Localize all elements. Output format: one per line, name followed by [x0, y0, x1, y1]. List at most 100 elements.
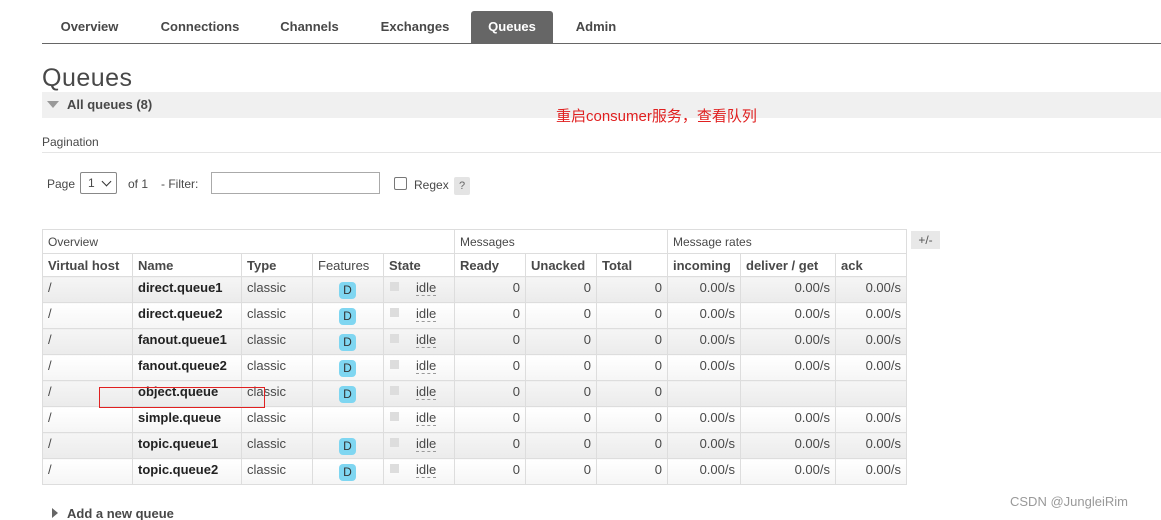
cell-total: 0 — [596, 276, 668, 303]
page-select[interactable]: 1 — [80, 172, 117, 194]
tab-exchanges[interactable]: Exchanges — [365, 11, 465, 43]
cell-state: idle — [383, 328, 455, 355]
annotation-highlight-box — [99, 387, 265, 408]
cell-ack-rate: 0.00/s — [835, 458, 907, 485]
column-header[interactable]: Total — [596, 253, 668, 277]
cell-type: classic — [241, 328, 313, 355]
state-indicator-icon — [390, 464, 399, 473]
cell-virtual-host: / — [42, 276, 133, 303]
cell-incoming-rate: 0.00/s — [667, 328, 741, 355]
cell-ack-rate — [835, 380, 907, 407]
cell-state: idle — [383, 302, 455, 329]
cell-incoming-rate: 0.00/s — [667, 432, 741, 459]
page-count-label: of 1 — [128, 177, 149, 191]
durable-badge: D — [339, 308, 356, 325]
main-nav: Overview Connections Channels Exchanges … — [42, 11, 1161, 44]
annotation-note: 重启consumer服务，查看队列 — [556, 108, 757, 125]
cell-features: D — [312, 354, 384, 381]
cell-queue-name-link[interactable]: direct.queue1 — [132, 276, 242, 303]
durable-badge: D — [339, 464, 356, 481]
cell-ack-rate: 0.00/s — [835, 354, 907, 381]
durable-badge: D — [339, 334, 356, 351]
tab-channels[interactable]: Channels — [264, 11, 355, 43]
cell-total: 0 — [596, 380, 668, 407]
regex-label: Regex — [414, 178, 449, 192]
cell-incoming-rate: 0.00/s — [667, 276, 741, 303]
cell-total: 0 — [596, 328, 668, 355]
add-queue-section-header[interactable]: Add a new queue — [67, 506, 174, 520]
column-header[interactable]: Name — [132, 253, 242, 277]
table-row[interactable]: / fanout.queue2 classic Didle 0 0 0 0.00/s 0.00/… — [42, 354, 907, 381]
tab-overview[interactable]: Overview — [42, 11, 137, 43]
state-text: idle — [416, 384, 437, 400]
cell-unacked: 0 — [525, 302, 597, 329]
cell-queue-name-link[interactable]: direct.queue2 — [132, 302, 242, 329]
page-label: Page — [47, 177, 76, 191]
group-header-message-rates: Message rates — [667, 229, 907, 254]
cell-features: D — [312, 380, 384, 407]
table-row[interactable]: / topic.queue1 classic Didle 0 0 0 0.00/s 0.00/s… — [42, 432, 907, 459]
cell-incoming-rate: 0.00/s — [667, 302, 741, 329]
column-header[interactable]: Virtual host — [42, 253, 133, 277]
regex-help-button[interactable]: ? — [454, 177, 470, 195]
table-row[interactable]: / direct.queue1 classic Didle 0 0 0 0.00/s 0.00/… — [42, 276, 907, 303]
cell-total: 0 — [596, 302, 668, 329]
column-options-button[interactable]: +/- — [911, 231, 940, 249]
cell-ready: 0 — [454, 276, 526, 303]
durable-badge: D — [339, 360, 356, 377]
tab-connections[interactable]: Connections — [147, 11, 253, 43]
state-text: idle — [416, 410, 437, 426]
column-header[interactable]: Ready — [454, 253, 526, 277]
filter-label: - Filter: — [161, 177, 199, 191]
cell-features — [312, 406, 384, 433]
cell-type: classic — [241, 276, 313, 303]
cell-state: idle — [383, 458, 455, 485]
column-header[interactable]: Type — [241, 253, 313, 277]
cell-queue-name-link[interactable]: fanout.queue2 — [132, 354, 242, 381]
cell-virtual-host: / — [42, 328, 133, 355]
regex-checkbox[interactable] — [394, 177, 407, 190]
column-header[interactable]: State — [383, 253, 455, 277]
tab-admin[interactable]: Admin — [562, 11, 630, 43]
group-header-overview: Overview — [42, 229, 455, 254]
cell-deliver-rate — [740, 380, 836, 407]
cell-queue-name-link[interactable]: fanout.queue1 — [132, 328, 242, 355]
state-text: idle — [416, 306, 437, 322]
table-row[interactable]: / simple.queue classic idle 0 0 0 0.00/s 0.00/s 0… — [42, 406, 907, 433]
cell-deliver-rate: 0.00/s — [740, 328, 836, 355]
cell-ready: 0 — [454, 458, 526, 485]
durable-badge: D — [339, 386, 356, 403]
column-header[interactable]: ack — [835, 253, 907, 277]
tab-queues[interactable]: Queues — [471, 11, 553, 43]
cell-unacked: 0 — [525, 276, 597, 303]
column-header[interactable]: deliver / get — [740, 253, 836, 277]
cell-virtual-host: / — [42, 458, 133, 485]
cell-features: D — [312, 302, 384, 329]
page-select-value: 1 — [88, 176, 95, 190]
cell-total: 0 — [596, 432, 668, 459]
filter-input[interactable] — [211, 172, 380, 194]
column-header[interactable]: Unacked — [525, 253, 597, 277]
cell-ack-rate: 0.00/s — [835, 406, 907, 433]
cell-incoming-rate: 0.00/s — [667, 458, 741, 485]
cell-queue-name-link[interactable]: topic.queue1 — [132, 432, 242, 459]
cell-unacked: 0 — [525, 432, 597, 459]
state-indicator-icon — [390, 412, 399, 421]
cell-ready: 0 — [454, 328, 526, 355]
cell-deliver-rate: 0.00/s — [740, 276, 836, 303]
durable-badge: D — [339, 438, 356, 455]
durable-badge: D — [339, 282, 356, 299]
cell-type: classic — [241, 302, 313, 329]
table-row[interactable]: / direct.queue2 classic Didle 0 0 0 0.00/s 0.00/… — [42, 302, 907, 329]
cell-state: idle — [383, 276, 455, 303]
column-header[interactable]: incoming — [667, 253, 741, 277]
chevron-down-icon — [101, 176, 112, 187]
cell-type: classic — [241, 432, 313, 459]
cell-queue-name-link[interactable]: simple.queue — [132, 406, 242, 433]
cell-queue-name-link[interactable]: topic.queue2 — [132, 458, 242, 485]
state-text: idle — [416, 280, 437, 296]
table-row[interactable]: / topic.queue2 classic Didle 0 0 0 0.00/s 0.00/s… — [42, 458, 907, 485]
divider — [42, 152, 1161, 153]
column-header[interactable]: Features — [312, 253, 384, 277]
table-row[interactable]: / fanout.queue1 classic Didle 0 0 0 0.00/s 0.00/… — [42, 328, 907, 355]
